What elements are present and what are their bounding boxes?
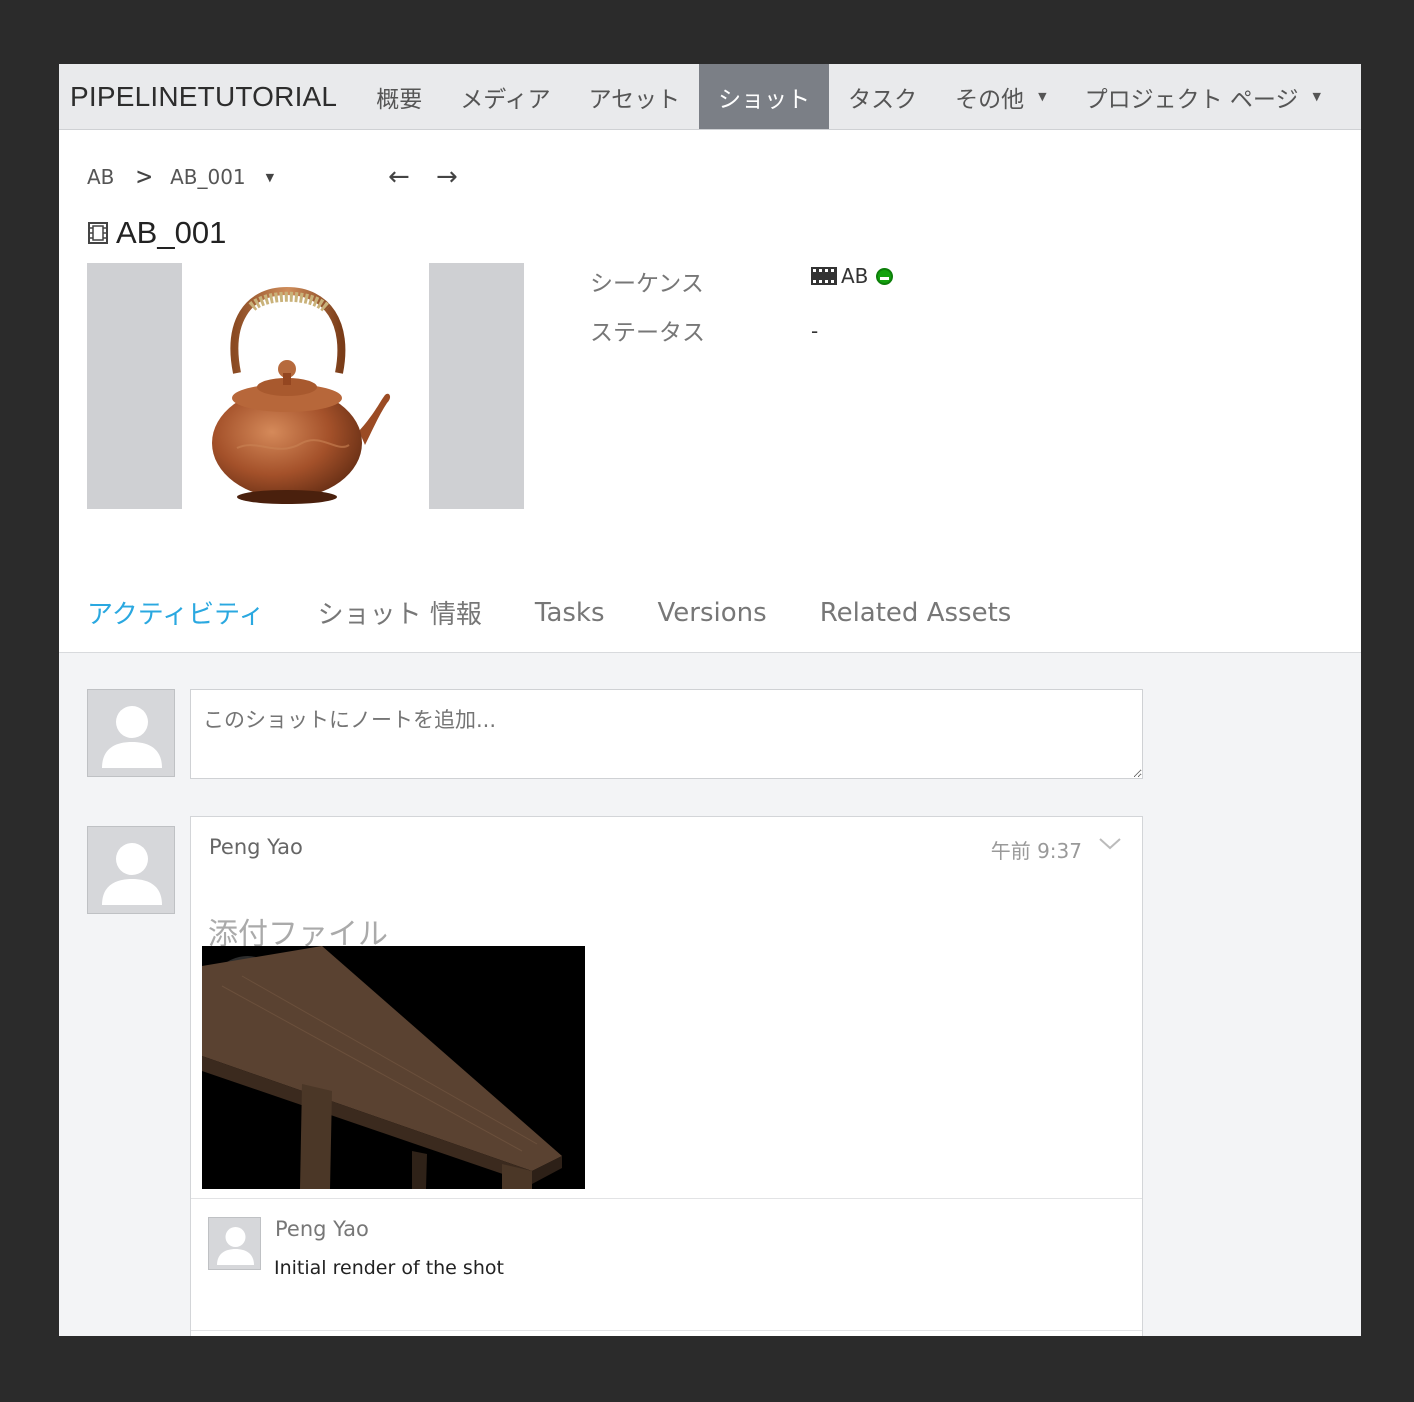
tab-related-assets[interactable]: Related Assets bbox=[820, 598, 1012, 628]
nav-other-label: その他 bbox=[955, 86, 1025, 113]
caret-down-icon: ▼ bbox=[1038, 90, 1047, 103]
nav-project-pages[interactable]: プロジェクト ページ ▼ bbox=[1066, 64, 1340, 129]
nav-shots[interactable]: ショット bbox=[699, 64, 830, 129]
avatar bbox=[87, 689, 175, 777]
page-title: AB_001 bbox=[116, 215, 227, 250]
breadcrumb-current[interactable]: AB_001 bbox=[170, 165, 246, 189]
nav-project-pages-label: プロジェクト ページ bbox=[1084, 86, 1299, 113]
tab-activity[interactable]: アクティビティ bbox=[87, 594, 265, 631]
nav-assets[interactable]: アセット bbox=[570, 64, 700, 129]
activity-author[interactable]: Peng Yao bbox=[209, 835, 303, 859]
top-nav: PIPELINETUTORIAL 概要 メディア アセット ショット タスク そ… bbox=[59, 64, 1361, 130]
project-name[interactable]: PIPELINETUTORIAL bbox=[59, 64, 357, 129]
activity-card: Peng Yao 午前 9:37 添付ファイル Peng Yao Initial… bbox=[190, 816, 1143, 1336]
detail-tabs: アクティビティ ショット 情報 Tasks Versions Related A… bbox=[87, 594, 1064, 631]
breadcrumb-parent[interactable]: AB bbox=[87, 165, 114, 189]
render-image bbox=[202, 946, 585, 1189]
title-row: AB_001 bbox=[88, 215, 226, 251]
avatar bbox=[208, 1217, 261, 1270]
sequence-name[interactable]: AB bbox=[841, 264, 868, 288]
attachment-thumbnail[interactable] bbox=[202, 946, 585, 1189]
teapot-image bbox=[212, 286, 391, 504]
nav-overview[interactable]: 概要 bbox=[357, 64, 441, 129]
sequence-label: シーケンス bbox=[590, 271, 704, 297]
tab-tasks[interactable]: Tasks bbox=[535, 598, 605, 628]
chevron-down-icon[interactable] bbox=[1098, 837, 1122, 851]
add-note-input[interactable] bbox=[190, 689, 1143, 779]
card-divider bbox=[191, 1330, 1142, 1331]
breadcrumb-separator: > bbox=[136, 162, 153, 192]
next-arrow-icon[interactable]: → bbox=[436, 162, 458, 192]
sequence-value[interactable]: AB bbox=[811, 264, 894, 288]
status-label: ステータス bbox=[590, 320, 705, 346]
nav-other[interactable]: その他 ▼ bbox=[936, 64, 1065, 129]
nav-media[interactable]: メディア bbox=[441, 64, 569, 129]
avatar bbox=[87, 826, 175, 914]
app-frame: PIPELINETUTORIAL 概要 メディア アセット ショット タスク そ… bbox=[59, 64, 1361, 1336]
breadcrumb: AB > AB_001 ▼ bbox=[87, 162, 274, 192]
reply-author[interactable]: Peng Yao bbox=[275, 1217, 369, 1241]
tab-versions[interactable]: Versions bbox=[658, 598, 767, 628]
shot-thumbnail[interactable] bbox=[87, 263, 524, 509]
user-silhouette-icon bbox=[217, 1227, 254, 1265]
status-dot-icon bbox=[876, 267, 894, 285]
nav-tasks[interactable]: タスク bbox=[829, 64, 936, 129]
tab-shot-info[interactable]: ショット 情報 bbox=[318, 594, 482, 631]
reply-text: Initial render of the shot bbox=[274, 1257, 504, 1279]
user-silhouette-icon bbox=[102, 843, 162, 905]
status-value[interactable]: - bbox=[811, 319, 818, 343]
reply: Peng Yao Initial render of the shot bbox=[191, 1198, 1142, 1330]
film-strip-icon bbox=[88, 222, 108, 244]
caret-down-icon[interactable]: ▼ bbox=[266, 171, 274, 184]
sequence-film-icon bbox=[811, 267, 837, 285]
previous-arrow-icon[interactable]: ← bbox=[388, 162, 410, 192]
user-silhouette-icon bbox=[102, 706, 162, 768]
caret-down-icon: ▼ bbox=[1312, 90, 1321, 103]
activity-time: 午前 9:37 bbox=[990, 839, 1082, 863]
